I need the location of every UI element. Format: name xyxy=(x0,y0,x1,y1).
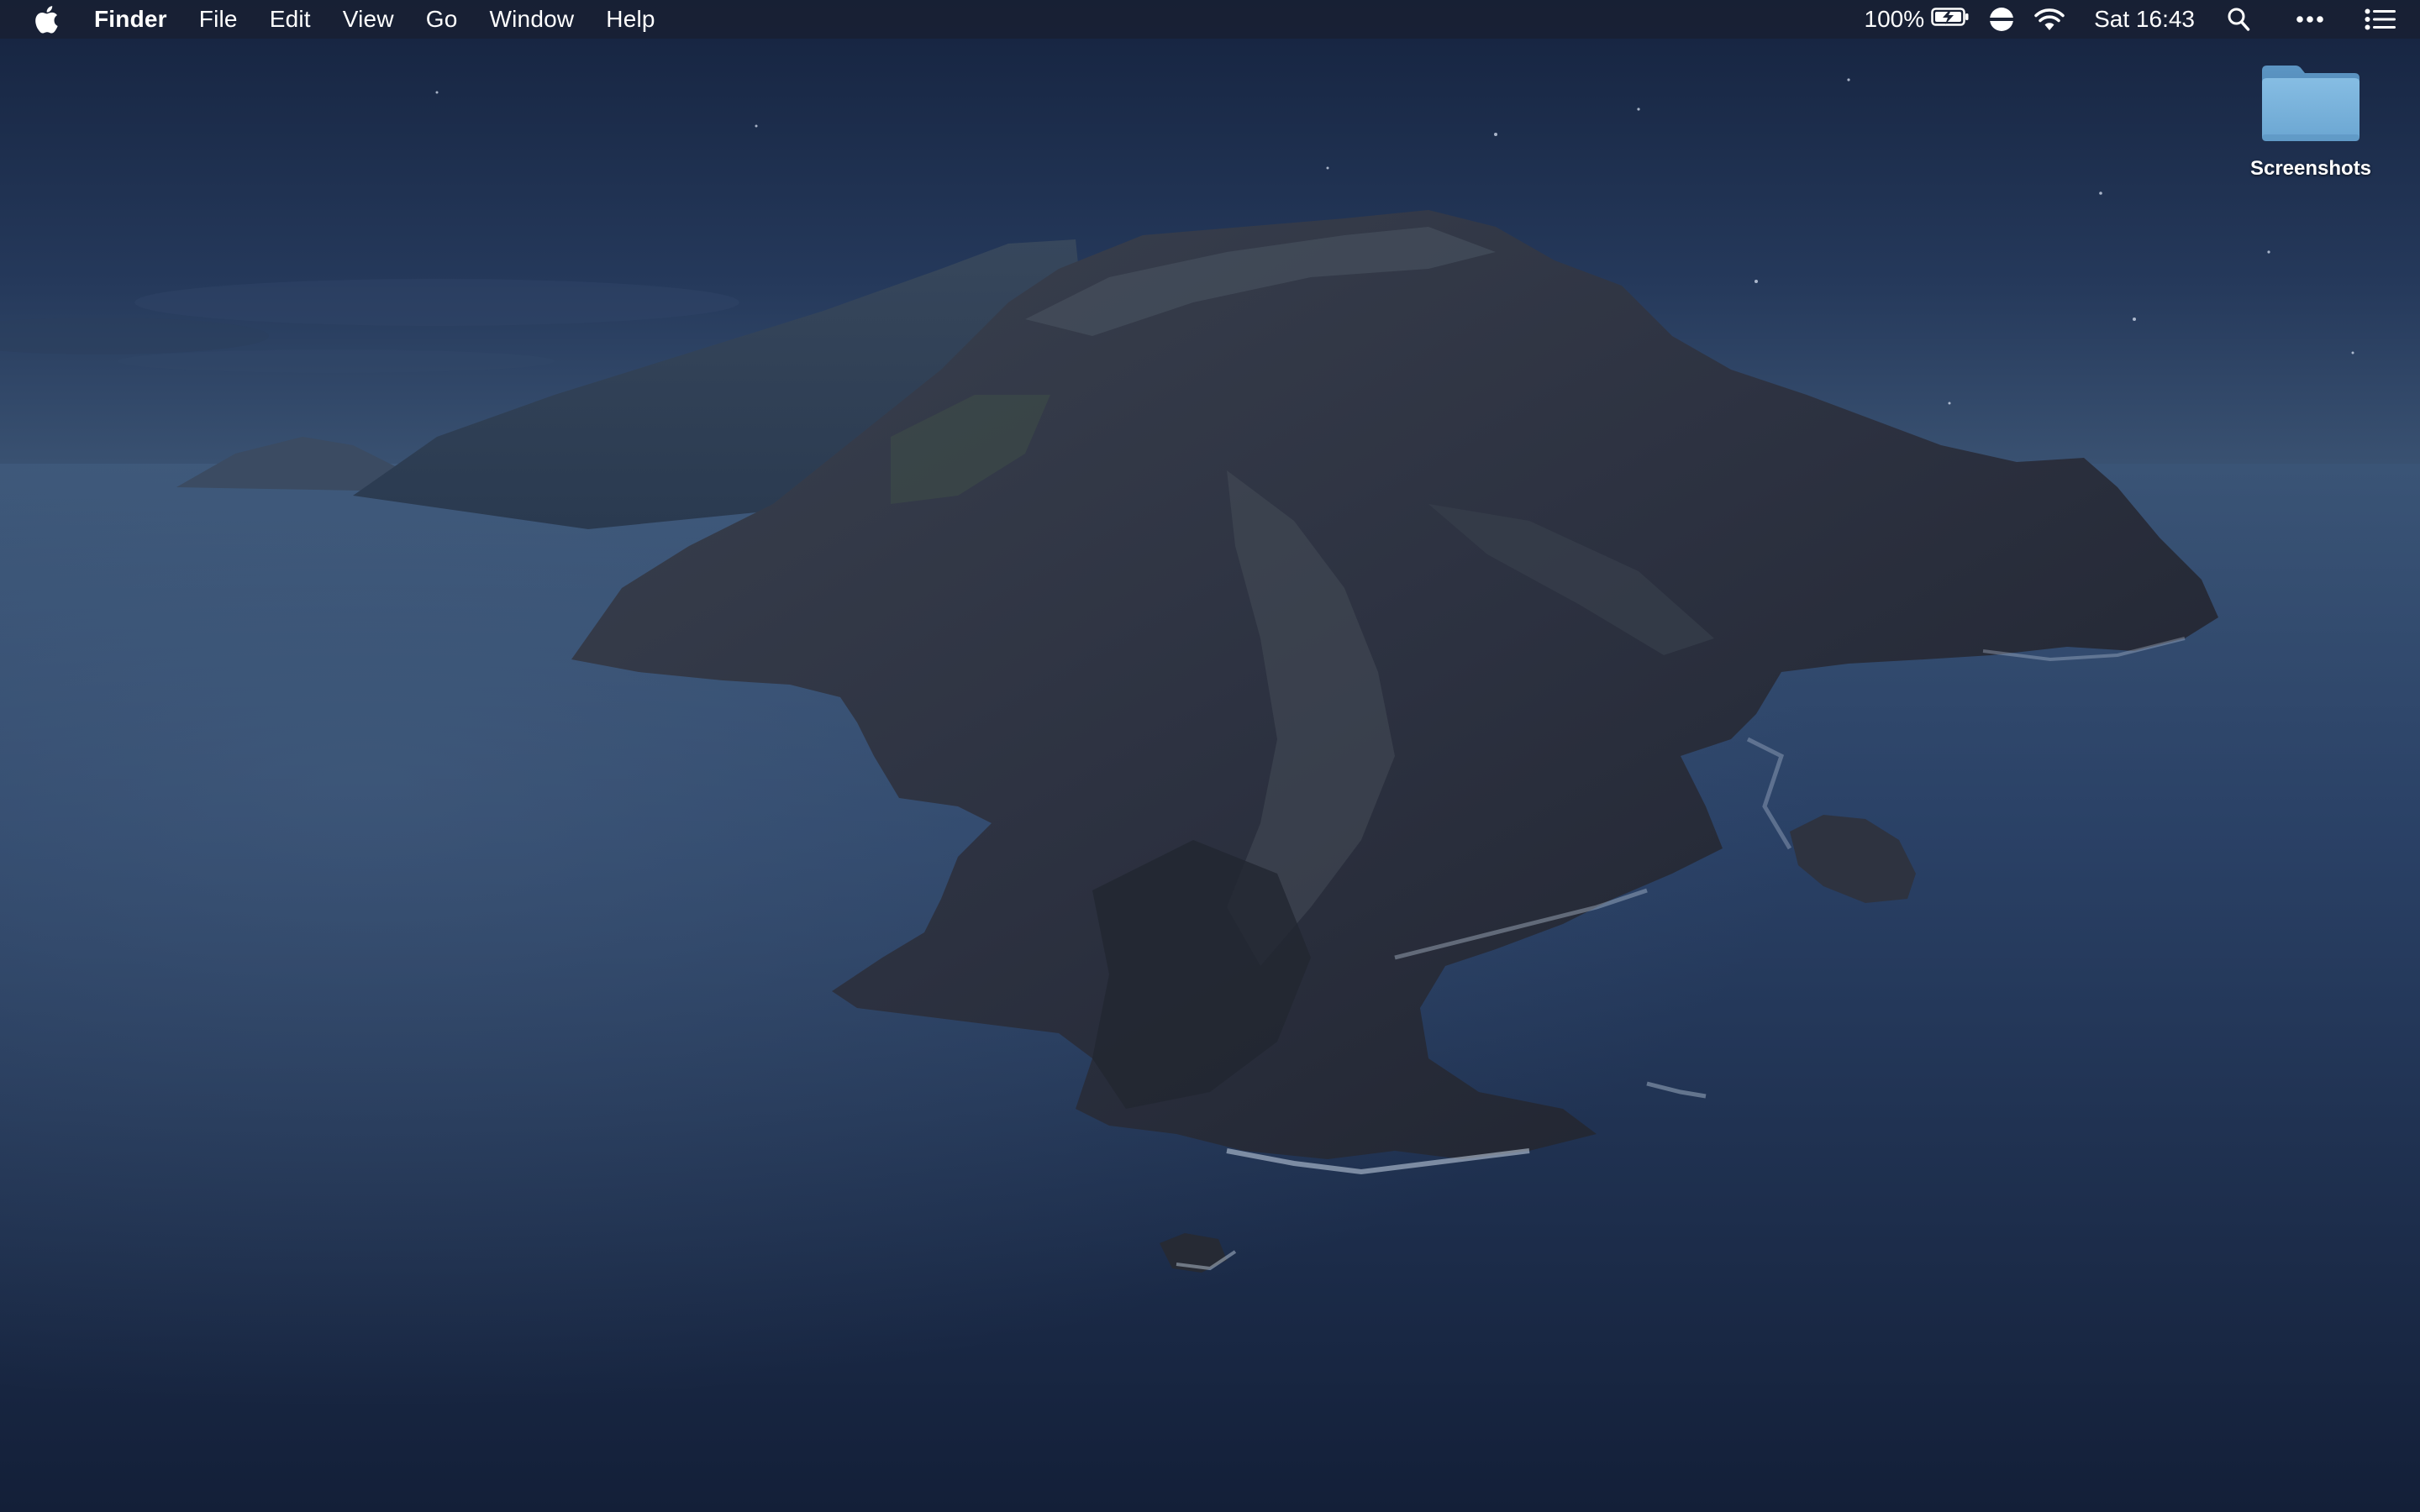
desktop-item-label[interactable]: Screenshots xyxy=(2250,157,2371,181)
apple-logo-icon[interactable] xyxy=(32,3,60,35)
half-circle-icon[interactable] xyxy=(1988,0,2015,39)
battery-status[interactable]: 100% xyxy=(1865,0,1970,39)
battery-percent: 100% xyxy=(1864,6,1925,32)
ellipsis-icon[interactable] xyxy=(2296,0,2324,39)
menu-bar: Finder File Edit View Go Window Help 100… xyxy=(0,0,2420,39)
desktop-item-screenshots[interactable]: Screenshots xyxy=(2235,60,2386,203)
menu-clock[interactable]: Sat 16:43 xyxy=(2094,0,2195,39)
menu-file[interactable]: File xyxy=(199,6,238,33)
wifi-icon[interactable] xyxy=(2033,0,2065,39)
battery-charging-icon xyxy=(1931,6,1970,33)
menu-go[interactable]: Go xyxy=(426,6,458,33)
notification-center-icon[interactable] xyxy=(2365,0,2396,39)
menu-view[interactable]: View xyxy=(343,6,394,33)
menu-window[interactable]: Window xyxy=(490,6,575,33)
folder-icon[interactable] xyxy=(2259,60,2363,149)
wallpaper-catalina-island xyxy=(0,0,2420,1512)
desktop[interactable]: Finder File Edit View Go Window Help 100… xyxy=(0,0,2420,1512)
menu-help[interactable]: Help xyxy=(606,6,655,33)
menu-edit[interactable]: Edit xyxy=(270,6,311,33)
search-icon[interactable] xyxy=(2227,0,2250,39)
menu-bar-status-area: 100% Sat 16:43 xyxy=(1846,0,2420,39)
menu-app-finder[interactable]: Finder xyxy=(94,6,167,33)
menu-bar-left: Finder File Edit View Go Window Help xyxy=(0,0,687,39)
